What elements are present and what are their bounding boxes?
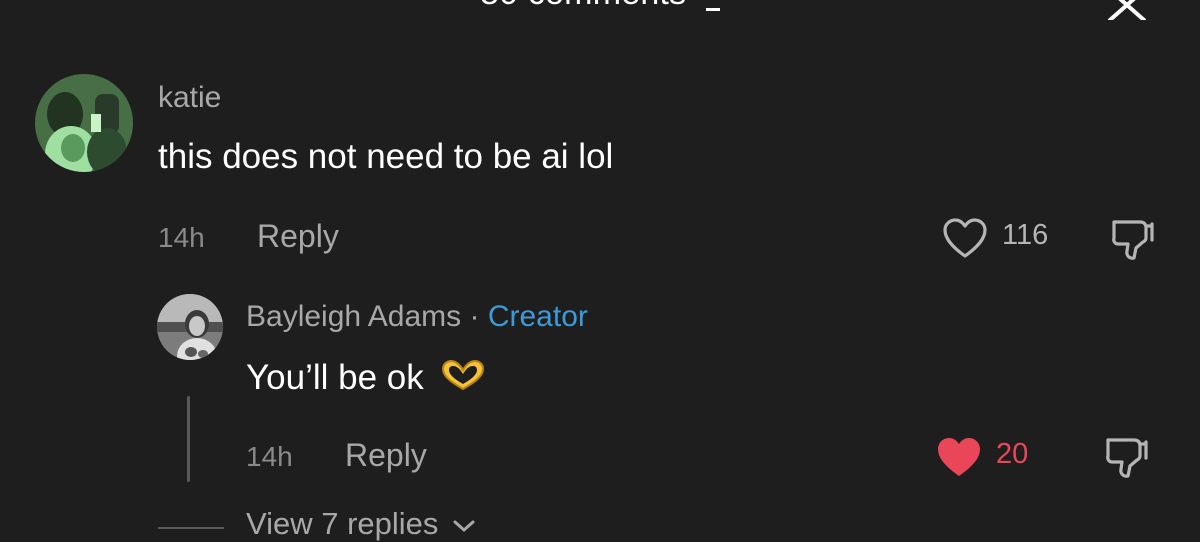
comment-timestamp: 14h — [158, 222, 205, 253]
reply-like-button[interactable] — [935, 435, 983, 479]
heart-hands-emoji — [439, 359, 487, 400]
like-count: 116 — [1002, 219, 1049, 251]
thumbs-down-icon — [1112, 220, 1154, 260]
reply-reply-button[interactable]: Reply — [345, 437, 427, 474]
like-button[interactable] — [941, 216, 989, 260]
close-icon — [1108, 0, 1146, 22]
reply-username[interactable]: Bayleigh Adams — [246, 300, 461, 333]
comment-username[interactable]: katie — [158, 81, 221, 115]
header-caret-icon — [705, 7, 720, 11]
comments-header-title: 80 comments — [480, 0, 720, 13]
comment-text: this does not need to be ai lol — [158, 137, 614, 176]
reply-avatar[interactable] — [157, 294, 223, 360]
heart-hands-icon — [442, 360, 485, 391]
reply-text-row: You’ll be ok — [246, 358, 487, 400]
reply-username-row: Bayleigh Adams · Creator — [246, 300, 588, 334]
close-button[interactable] — [1106, 0, 1146, 22]
reply-dislike-button[interactable] — [1104, 434, 1150, 480]
heart-outline-icon — [943, 218, 987, 258]
separator-dot: · — [469, 300, 480, 333]
creator-badge: Creator — [487, 300, 588, 333]
reply-timestamp: 14h — [246, 441, 293, 472]
avatar-photo-icon — [35, 74, 133, 172]
reply-like-count: 20 — [996, 438, 1029, 470]
dislike-button[interactable] — [1110, 216, 1156, 262]
view-replies-divider — [158, 527, 224, 529]
thread-line — [187, 396, 190, 482]
comments-count-label: 80 comments — [480, 0, 686, 12]
view-replies-button[interactable]: View 7 replies — [246, 506, 477, 542]
heart-filled-icon — [938, 438, 980, 476]
thumbs-down-icon — [1106, 438, 1148, 478]
avatar[interactable] — [35, 74, 133, 172]
avatar-photo-icon — [157, 294, 223, 360]
reply-button[interactable]: Reply — [257, 218, 339, 255]
view-replies-label: View 7 replies — [246, 506, 439, 541]
reply-text: You’ll be ok — [246, 358, 424, 397]
chevron-down-icon — [453, 520, 475, 532]
